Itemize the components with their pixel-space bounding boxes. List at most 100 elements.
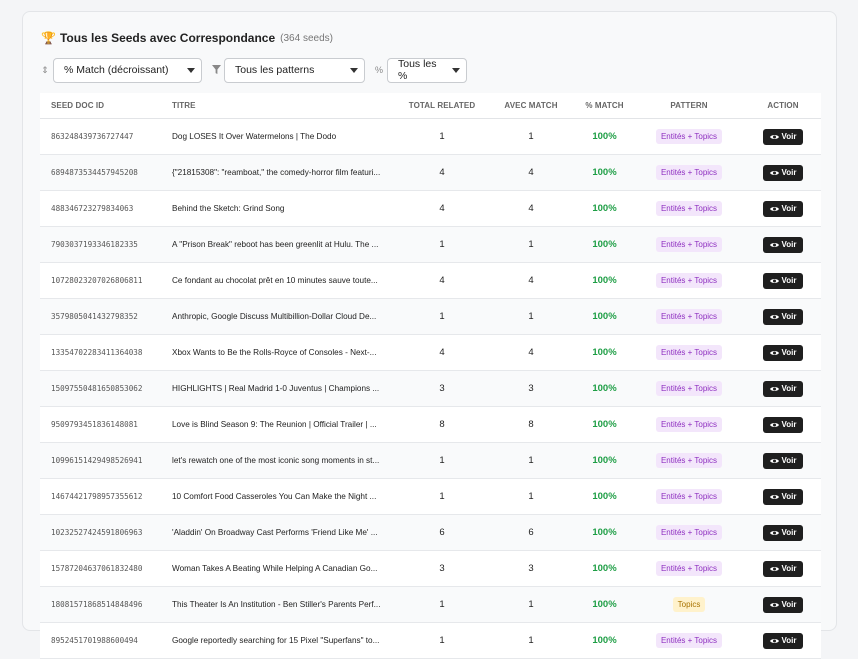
table-row: 488346723279834063 Behind the Sketch: Gri…	[40, 190, 821, 227]
seed-doc-id: 863248439736727447	[40, 118, 168, 155]
voir-button[interactable]: Voir	[762, 416, 804, 433]
percent-select-value: Tous les %	[398, 58, 437, 82]
percent-icon: %	[374, 65, 383, 75]
total-related: 4	[398, 154, 486, 191]
pattern-badge: Entités + Topics	[655, 345, 723, 360]
avec-match: 4	[486, 154, 576, 191]
voir-button[interactable]: Voir	[762, 452, 804, 469]
eye-icon	[769, 638, 779, 643]
pattern-cell: Entités + Topics	[633, 262, 745, 299]
pct-match: 100%	[576, 118, 633, 155]
seed-title: let's rewatch one of the most iconic son…	[168, 442, 398, 479]
table-row: 14674421798957355612 10 Comfort Food Cass…	[40, 478, 821, 515]
total-related: 3	[398, 550, 486, 587]
seed-title: Dog LOSES It Over Watermelons | The Dodo	[168, 118, 398, 155]
col-titre[interactable]: TITRE	[168, 93, 398, 119]
seed-title: 'Aladdin' On Broadway Cast Performs 'Fri…	[168, 514, 398, 551]
table-row: 3579805041432798352 Anthropic, Google Dis…	[40, 298, 821, 335]
col-avec-match[interactable]: AVEC MATCH	[486, 93, 576, 119]
action-cell: Voir	[745, 442, 821, 479]
avec-match: 1	[486, 586, 576, 623]
col-seed-doc-id[interactable]: SEED DOC ID	[40, 93, 168, 119]
voir-button[interactable]: Voir	[762, 308, 804, 325]
pattern-select[interactable]: Tous les patterns	[224, 57, 365, 83]
total-related: 3	[398, 370, 486, 407]
action-cell: Voir	[745, 154, 821, 191]
sort-select-value: % Match (décroissant)	[64, 64, 169, 76]
voir-button-label: Voir	[781, 600, 797, 609]
seed-doc-id: 18081571868514848496	[40, 586, 168, 623]
seed-doc-id: 15097550481650853062	[40, 370, 168, 407]
sort-icon: ⇕	[41, 64, 49, 75]
sort-select[interactable]: % Match (décroissant)	[53, 57, 202, 83]
pct-match: 100%	[576, 334, 633, 371]
table-row: 6894873534457945208 {"21815308": "reamboa…	[40, 154, 821, 191]
voir-button[interactable]: Voir	[762, 596, 804, 613]
avec-match: 4	[486, 190, 576, 227]
col-total-related[interactable]: TOTAL RELATED	[398, 93, 486, 119]
pattern-cell: Entités + Topics	[633, 478, 745, 515]
pattern-cell: Entités + Topics	[633, 298, 745, 335]
voir-button-label: Voir	[781, 240, 797, 249]
avec-match: 1	[486, 226, 576, 263]
pattern-badge: Entités + Topics	[655, 309, 723, 324]
voir-button[interactable]: Voir	[762, 632, 804, 649]
voir-button[interactable]: Voir	[762, 272, 804, 289]
pattern-badge: Entités + Topics	[655, 417, 723, 432]
voir-button[interactable]: Voir	[762, 344, 804, 361]
pct-match: 100%	[576, 478, 633, 515]
seed-title: Behind the Sketch: Grind Song	[168, 190, 398, 227]
seed-title: A "Prison Break" reboot has been greenli…	[168, 226, 398, 263]
voir-button[interactable]: Voir	[762, 128, 804, 145]
voir-button-label: Voir	[781, 204, 797, 213]
table-row: 15787204637061832480 Woman Takes A Beatin…	[40, 550, 821, 587]
voir-button[interactable]: Voir	[762, 524, 804, 541]
avec-match: 1	[486, 478, 576, 515]
seed-doc-id: 6894873534457945208	[40, 154, 168, 191]
table-body: 863248439736727447 Dog LOSES It Over Wate…	[40, 118, 821, 659]
table-row: 10232527424591806963 'Aladdin' On Broadwa…	[40, 514, 821, 551]
total-related: 4	[398, 334, 486, 371]
seed-title: HIGHLIGHTS | Real Madrid 1-0 Juventus | …	[168, 370, 398, 407]
avec-match: 3	[486, 370, 576, 407]
filter-bar: ⇕ % Match (décroissant) Tous les pattern…	[39, 57, 475, 83]
eye-icon	[769, 350, 779, 355]
table-row: 7903037193346182335 A "Prison Break" rebo…	[40, 226, 821, 263]
avec-match: 8	[486, 406, 576, 443]
voir-button[interactable]: Voir	[762, 236, 804, 253]
eye-icon	[769, 602, 779, 607]
table-row: 13354702283411364038 Xbox Wants to Be the…	[40, 334, 821, 371]
pct-match: 100%	[576, 514, 633, 551]
voir-button[interactable]: Voir	[762, 488, 804, 505]
voir-button-label: Voir	[781, 456, 797, 465]
action-cell: Voir	[745, 118, 821, 155]
filter-icon	[210, 64, 222, 76]
action-cell: Voir	[745, 190, 821, 227]
chevron-down-icon	[452, 67, 460, 73]
voir-button-label: Voir	[781, 528, 797, 537]
seed-count: (364 seeds)	[280, 32, 333, 44]
pattern-badge: Entités + Topics	[655, 237, 723, 252]
pattern-select-value: Tous les patterns	[235, 64, 315, 76]
action-cell: Voir	[745, 622, 821, 659]
seed-doc-id: 7903037193346182335	[40, 226, 168, 263]
voir-button[interactable]: Voir	[762, 560, 804, 577]
voir-button[interactable]: Voir	[762, 200, 804, 217]
seed-title: 10 Comfort Food Casseroles You Can Make …	[168, 478, 398, 515]
seed-doc-id: 3579805041432798352	[40, 298, 168, 335]
seed-doc-id: 10996151429498526941	[40, 442, 168, 479]
voir-button[interactable]: Voir	[762, 380, 804, 397]
action-cell: Voir	[745, 226, 821, 263]
col-pct-match[interactable]: % MATCH	[576, 93, 633, 119]
voir-button[interactable]: Voir	[762, 164, 804, 181]
action-cell: Voir	[745, 334, 821, 371]
col-pattern[interactable]: PATTERN	[633, 93, 745, 119]
voir-button-label: Voir	[781, 348, 797, 357]
total-related: 1	[398, 586, 486, 623]
pct-match: 100%	[576, 190, 633, 227]
pattern-badge: Entités + Topics	[655, 381, 723, 396]
chevron-down-icon	[350, 67, 358, 73]
total-related: 1	[398, 478, 486, 515]
percent-select[interactable]: Tous les %	[387, 57, 467, 83]
eye-icon	[769, 530, 779, 535]
